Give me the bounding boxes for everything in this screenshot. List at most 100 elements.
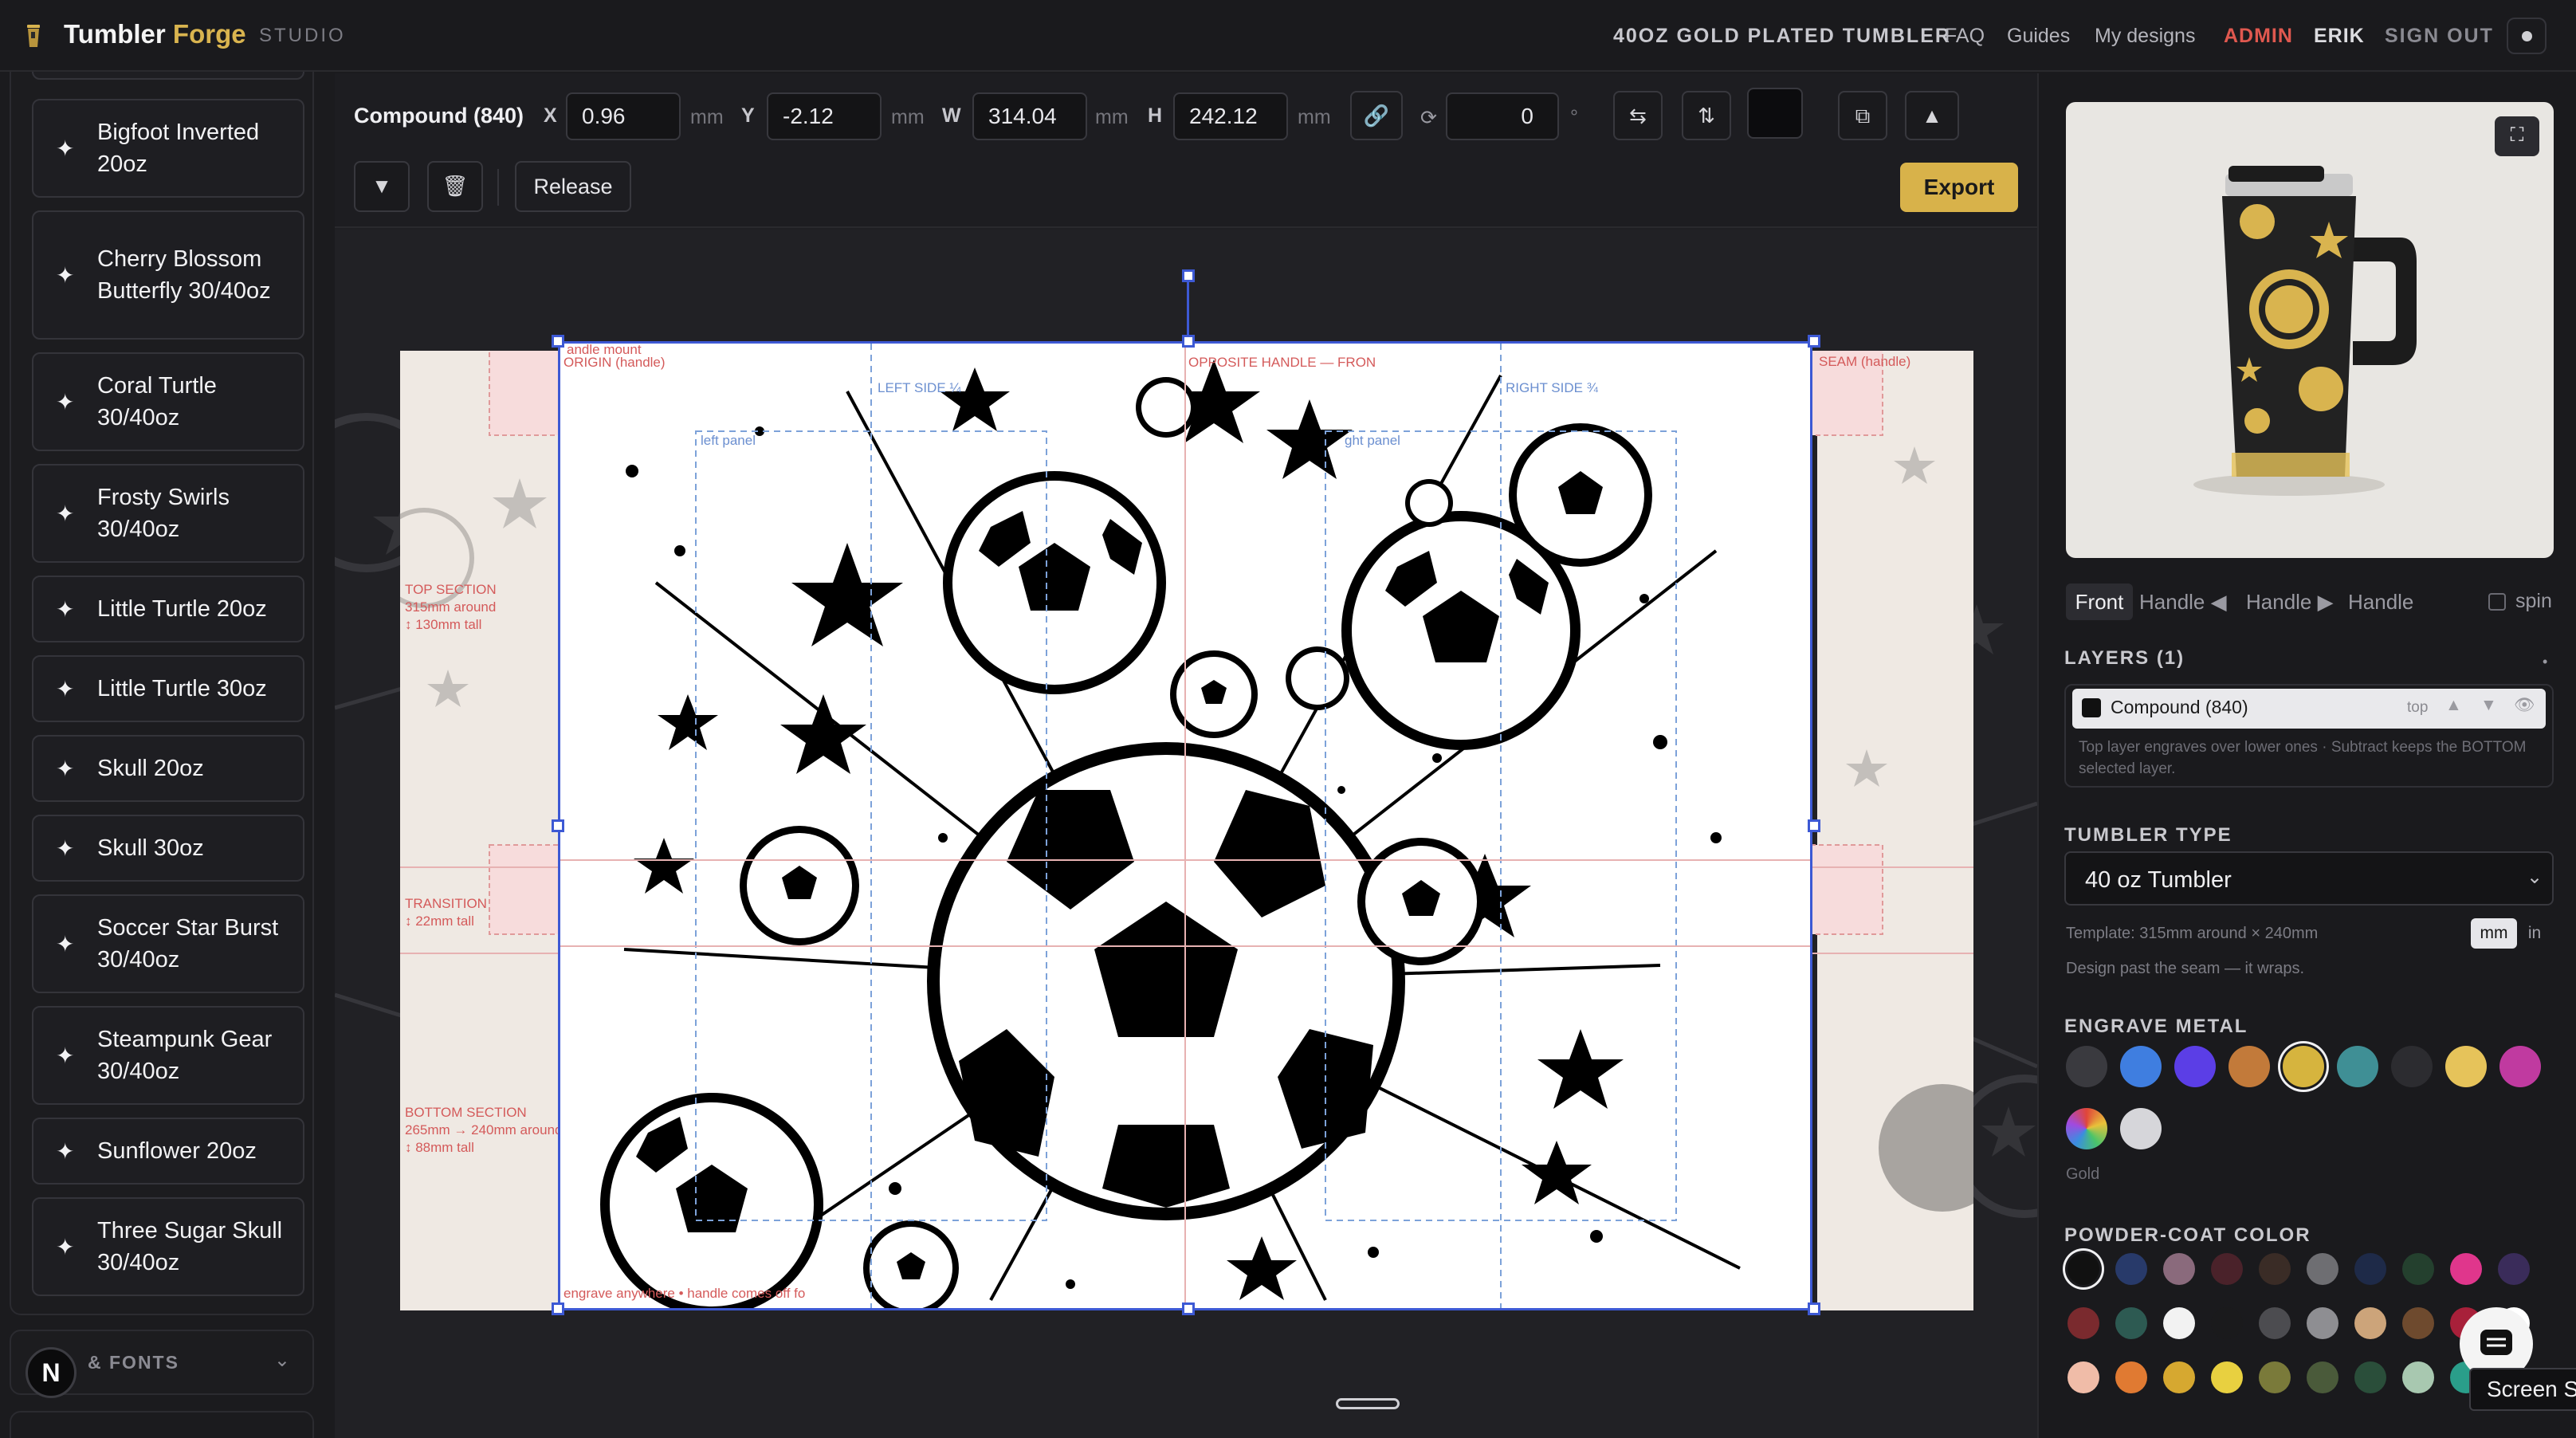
theme-toggle-button[interactable] [2507,18,2547,54]
view-tab-front[interactable]: Front [2066,583,2133,620]
powder-coat-swatch[interactable] [2354,1361,2386,1393]
nav-guides-link[interactable]: Guides [2007,25,2070,48]
powder-coat-swatch[interactable] [2498,1253,2530,1285]
powder-coat-swatch[interactable] [2067,1307,2099,1339]
metal-swatch[interactable] [2391,1046,2433,1087]
template-item[interactable]: ✦ Cherry Blossom Butterfly 30/40oz [32,210,304,340]
resize-handle-bottom-right[interactable] [1808,1302,1820,1315]
template-item[interactable]: ✦ Soccer Star Burst 30/40oz [32,894,304,993]
metal-swatch[interactable] [2120,1046,2162,1087]
template-item[interactable]: ✦ Little Turtle 20oz [32,576,304,642]
powder-coat-swatch[interactable] [2211,1307,2243,1339]
flip-horizontal-button[interactable]: ⇆ [1613,91,1663,140]
powder-coat-swatch[interactable] [2259,1307,2291,1339]
powder-coat-swatch[interactable] [2402,1361,2434,1393]
move-up-icon[interactable]: ▲ [2445,696,2462,715]
resize-handle-bottom[interactable] [1182,1302,1195,1315]
template-sidebar[interactable]: ✦ Bigfoot Inverted 20oz ✦ Cherry Blossom… [10,72,314,1315]
powder-coat-swatch[interactable] [2211,1361,2243,1393]
metal-swatch[interactable] [2445,1046,2487,1087]
powder-coat-swatch[interactable] [2067,1253,2099,1285]
avatar[interactable]: N [26,1347,77,1398]
powder-coat-swatch[interactable] [2307,1253,2338,1285]
view-tab-handle-right[interactable]: Handle ▶ [2246,583,2334,620]
expand-preview-button[interactable]: ⛶ [2495,116,2539,156]
powder-coat-swatch[interactable] [2115,1361,2147,1393]
unit-in-toggle[interactable]: in [2520,918,2549,949]
powder-coat-swatch[interactable] [2115,1307,2147,1339]
powder-coat-swatch[interactable] [2067,1361,2099,1393]
nav-my-designs-link[interactable]: My designs [2095,25,2195,48]
metal-swatch[interactable] [2499,1046,2541,1087]
powder-coat-swatch[interactable] [2115,1253,2147,1285]
delete-button[interactable]: 🗑 [427,161,483,212]
export-button[interactable]: Export [1900,163,2018,212]
lock-aspect-button[interactable]: 🔗 [1350,91,1403,140]
template-item[interactable]: ✦ Little Turtle 30oz [32,655,304,722]
flip-vertical-button[interactable]: ⇅ [1682,91,1731,140]
user-name[interactable]: ERIK [2314,25,2365,48]
metal-swatch[interactable] [2228,1046,2270,1087]
metal-swatch[interactable] [2066,1108,2107,1149]
tumbler-3d-preview[interactable] [2066,102,2554,558]
spin-checkbox[interactable] [2488,593,2506,611]
metal-swatch[interactable] [2283,1046,2324,1087]
height-input[interactable]: 242.12 [1173,92,1288,140]
eye-icon[interactable]: 👁 [2514,696,2535,715]
width-input[interactable]: 314.04 [972,92,1087,140]
resize-handle-top-left[interactable] [552,335,564,348]
sign-out-link[interactable]: SIGN OUT [2385,25,2494,48]
powder-coat-swatch[interactable] [2307,1361,2338,1393]
powder-coat-swatch[interactable] [2163,1361,2195,1393]
resize-handle-left[interactable] [552,819,564,832]
resize-handle-top-right[interactable] [1808,335,1820,348]
powder-coat-swatch[interactable] [2354,1253,2386,1285]
powder-coat-swatch[interactable] [2259,1253,2291,1285]
powder-coat-swatch[interactable] [2402,1253,2434,1285]
fill-color-swatch[interactable] [1747,88,1803,139]
template-item[interactable]: ✦ Frosty Swirls 30/40oz [32,464,304,563]
send-backward-button[interactable]: ▼ [354,161,410,212]
template-item-partial[interactable] [32,72,304,80]
powder-coat-swatch[interactable] [2450,1253,2482,1285]
template-item[interactable]: ✦ Skull 30oz [32,815,304,882]
brand-name[interactable]: Tumbler Forge [64,19,246,49]
powder-coat-swatch[interactable] [2354,1307,2386,1339]
metal-swatch[interactable] [2120,1108,2162,1149]
metal-swatch[interactable] [2337,1046,2378,1087]
bring-forward-button[interactable]: ▲ [1905,91,1959,140]
metal-swatch[interactable] [2066,1046,2107,1087]
powder-coat-swatch[interactable] [2163,1307,2195,1339]
x-input[interactable]: 0.96 [566,92,681,140]
nav-admin-link[interactable]: ADMIN [2224,25,2293,48]
view-tab-handle[interactable]: Handle [2348,583,2413,620]
canvas-scroll-indicator[interactable] [1336,1398,1400,1409]
template-item[interactable]: ✦ Skull 20oz [32,735,304,802]
template-item[interactable]: ✦ Bigfoot Inverted 20oz [32,99,304,198]
resize-handle-top[interactable] [1182,335,1195,348]
view-tab-handle-left[interactable]: Handle ◀ [2139,583,2227,620]
rotation-input[interactable]: 0 [1446,92,1559,140]
design-canvas[interactable]: TOP SECTION 315mm around ↕ 130mm tall TR… [335,230,2037,1438]
nav-faq-link[interactable]: FAQ [1945,25,1985,48]
metal-swatch[interactable] [2174,1046,2216,1087]
template-item[interactable]: ✦ Coral Turtle 30/40oz [32,352,304,451]
y-input[interactable]: -2.12 [767,92,882,140]
template-item[interactable]: ✦ Sunflower 20oz [32,1118,304,1185]
powder-coat-swatch[interactable] [2259,1361,2291,1393]
duplicate-button[interactable]: ⧉ [1838,91,1887,140]
release-button[interactable]: Release [515,161,631,212]
selected-design-artwork[interactable]: ORIGIN (handle) andle mount LEFT SIDE ¼ … [558,341,1812,1310]
powder-coat-swatch[interactable] [2211,1253,2243,1285]
resize-handle-right[interactable] [1808,819,1820,832]
powder-coat-swatch[interactable] [2307,1307,2338,1339]
layers-menu-icon[interactable]: • [2543,654,2547,670]
template-item[interactable]: ✦ Steampunk Gear 30/40oz [32,1006,304,1105]
unit-mm-toggle[interactable]: mm [2471,918,2517,949]
rotation-handle[interactable] [1182,269,1195,282]
template-item[interactable]: ✦ Three Sugar Skull 30/40oz [32,1197,304,1296]
resize-handle-bottom-left[interactable] [552,1302,564,1315]
powder-coat-swatch[interactable] [2163,1253,2195,1285]
move-down-icon[interactable]: ▼ [2480,696,2497,715]
powder-coat-swatch[interactable] [2402,1307,2434,1339]
